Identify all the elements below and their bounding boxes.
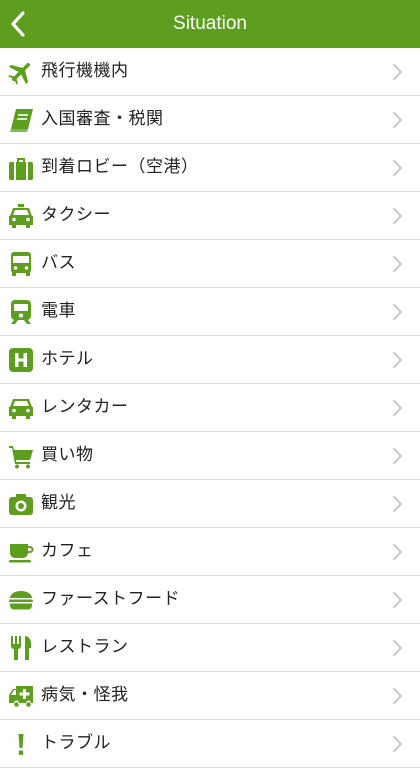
list-item-train[interactable]: 電車 — [0, 288, 420, 336]
chevron-right-icon — [390, 544, 404, 560]
chevron-right-icon — [390, 736, 404, 752]
list-item-label: 観光 — [41, 493, 76, 513]
list-item-label: レストラン — [41, 637, 129, 657]
navigation-bar: Situation — [0, 0, 420, 48]
chevron-right-icon — [390, 592, 404, 608]
list-item-label: バス — [41, 253, 76, 273]
list-item-shopping[interactable]: 買い物 — [0, 432, 420, 480]
list-item-label: 飛行機機内 — [41, 61, 129, 81]
list-item-label: 買い物 — [41, 445, 94, 465]
chevron-right-icon — [390, 400, 404, 416]
chevron-right-icon — [390, 352, 404, 368]
list-item-restaurant[interactable]: レストラン — [0, 624, 420, 672]
list-item-immigration[interactable]: 入国審査・税関 — [0, 96, 420, 144]
fork-knife-icon — [8, 635, 34, 661]
list-item-label: レンタカー — [41, 397, 129, 417]
burger-icon — [8, 587, 34, 613]
chevron-right-icon — [390, 640, 404, 656]
situation-list: 飛行機機内 入国審査・税関 到着ロビー（空港） タクシー バス 電車 ホテル レ… — [0, 48, 420, 768]
list-item-fast-food[interactable]: ファーストフード — [0, 576, 420, 624]
page-title: Situation — [173, 13, 247, 34]
coffee-cup-icon — [8, 539, 34, 565]
chevron-right-icon — [390, 64, 404, 80]
list-item-cafe[interactable]: カフェ — [0, 528, 420, 576]
list-item-label: トラブル — [41, 733, 111, 753]
list-item-airplane[interactable]: 飛行機機内 — [0, 48, 420, 96]
ambulance-icon — [8, 683, 34, 709]
hotel-icon — [8, 347, 34, 373]
list-item-trouble[interactable]: トラブル — [0, 720, 420, 768]
list-item-rental-car[interactable]: レンタカー — [0, 384, 420, 432]
exclamation-icon — [8, 731, 34, 757]
list-item-label: ファーストフード — [41, 589, 181, 609]
list-item-label: 病気・怪我 — [41, 685, 129, 705]
chevron-right-icon — [390, 256, 404, 272]
shopping-cart-icon — [8, 443, 34, 469]
suitcase-icon — [8, 155, 34, 181]
bus-icon — [8, 251, 34, 277]
taxi-icon — [8, 203, 34, 229]
list-item-sightseeing[interactable]: 観光 — [0, 480, 420, 528]
airplane-icon — [8, 59, 34, 85]
chevron-right-icon — [390, 448, 404, 464]
chevron-right-icon — [390, 688, 404, 704]
train-icon — [8, 299, 34, 325]
passport-book-icon — [8, 107, 34, 133]
chevron-right-icon — [390, 304, 404, 320]
list-item-illness-injury[interactable]: 病気・怪我 — [0, 672, 420, 720]
list-item-label: 電車 — [41, 301, 76, 321]
list-item-bus[interactable]: バス — [0, 240, 420, 288]
list-item-label: 到着ロビー（空港） — [41, 157, 199, 177]
list-item-label: ホテル — [41, 349, 94, 369]
chevron-right-icon — [390, 160, 404, 176]
list-item-hotel[interactable]: ホテル — [0, 336, 420, 384]
list-item-arrival-lobby[interactable]: 到着ロビー（空港） — [0, 144, 420, 192]
list-item-label: タクシー — [41, 205, 111, 225]
chevron-right-icon — [390, 112, 404, 128]
chevron-right-icon — [390, 496, 404, 512]
list-item-taxi[interactable]: タクシー — [0, 192, 420, 240]
list-item-label: 入国審査・税関 — [41, 109, 164, 129]
camera-icon — [8, 491, 34, 517]
chevron-right-icon — [390, 208, 404, 224]
car-icon — [8, 395, 34, 421]
list-item-label: カフェ — [41, 541, 94, 561]
